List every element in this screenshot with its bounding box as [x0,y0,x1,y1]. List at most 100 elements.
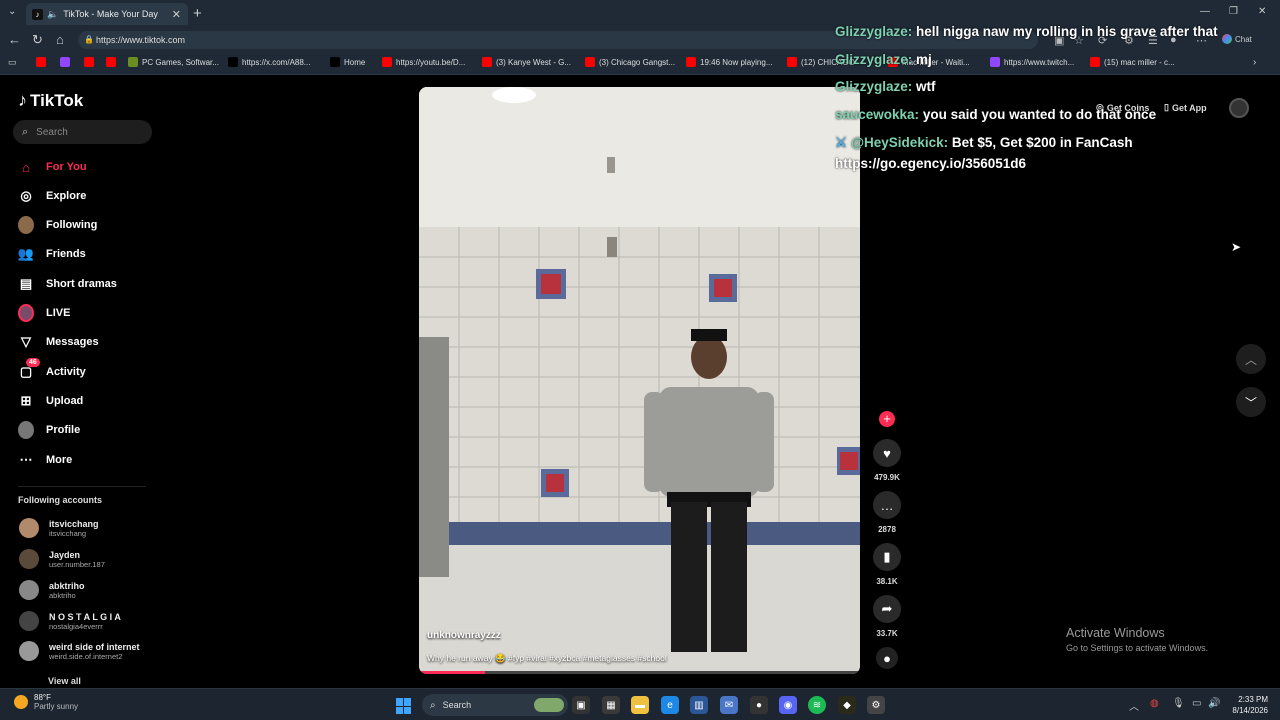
taskbar-clock[interactable]: 2:33 PM 8/14/2026 [1226,694,1268,716]
bookmark-label: 19:46 Now playing... [700,57,773,67]
bookmark-item[interactable] [60,57,70,67]
tiktok-logo[interactable]: ♪ TikTok [18,90,83,111]
comment-action[interactable]: … 2878 [871,491,903,534]
user-avatar[interactable] [1229,98,1249,118]
video-progress-bar[interactable] [419,671,860,674]
account-handle: itsvicchang [49,528,87,538]
nav-following[interactable]: Following [18,215,97,235]
file-explorer-icon[interactable]: ▬ [631,696,649,714]
discord-icon[interactable]: ◉ [779,696,797,714]
bookmark-item[interactable]: (3) Chicago Gangst... [585,57,675,67]
account-item[interactable]: abktriho abktriho [19,580,85,600]
account-item[interactable]: Jayden user.number.187 [19,549,105,569]
profile-avatar [18,421,34,439]
bookmark-item[interactable] [106,57,116,67]
edge-browser-icon[interactable]: e [661,696,679,714]
bookmark-item[interactable]: https://youtu.be/D... [382,57,465,67]
minimize-button[interactable]: — [1200,6,1210,17]
windows-taskbar: 88°F Partly sunny ⌕ Search ▣ ▦ ▬ e ▥ ✉ ●… [0,688,1280,720]
close-tab-icon[interactable]: ✕ [172,8,181,21]
refresh-button[interactable]: ↻ [32,32,43,48]
video-author[interactable]: unknownrayzzz [427,630,501,641]
nav-explore[interactable]: ◎ Explore [18,186,86,206]
bookmark-label: (15) mac miller - c... [1104,57,1175,67]
nav-more[interactable]: ⋯ More [18,450,73,470]
bookmark-item[interactable]: (15) mac miller - c... [1090,57,1175,67]
chat-message: hell nigga naw my rolling in his grave a… [916,24,1218,39]
video-caption[interactable]: Why he run away 😂 #fyp #viral #xyzbca #m… [427,653,667,664]
share-icon[interactable]: ➦ [873,595,901,623]
view-all-link[interactable]: View all [48,676,81,686]
restore-button[interactable]: ❐ [1229,6,1238,17]
settings-icon[interactable]: ⚙ [867,696,885,714]
spotify-icon[interactable]: ≋ [808,696,826,714]
taskbar-search[interactable]: ⌕ Search [422,694,568,716]
bookmark-item[interactable]: (3) Kanye West - G... [482,57,571,67]
game-app-icon[interactable]: ◆ [838,696,856,714]
new-tab-button[interactable]: + [193,5,202,22]
nav-messages[interactable]: ▽ Messages [18,332,99,352]
bookmarks-overflow-icon[interactable]: › [1253,57,1256,68]
steam-icon[interactable]: ● [750,696,768,714]
chat-message: https://go.egency.io/356051d6 [835,156,1027,171]
nav-upload[interactable]: ⊞ Upload [18,391,84,411]
get-app-button[interactable]: ▯ Get App [1164,102,1207,113]
bookmarks-menu-icon[interactable]: ▭ [8,57,17,68]
microphone-icon[interactable]: 🎙 [1172,698,1185,709]
tab-list-icon[interactable]: ⌄ [8,6,16,17]
account-item[interactable]: N O S T A L G I Anostalgia4everrr [19,611,121,631]
tray-overflow-icon[interactable]: ︿ [1129,698,1139,713]
weather-condition: Partly sunny [34,702,79,711]
weather-widget[interactable]: 88°F Partly sunny [14,693,78,711]
bookmark-item[interactable] [84,57,94,67]
start-button[interactable] [396,698,412,714]
home-button[interactable]: ⌂ [56,32,64,47]
nav-profile[interactable]: Profile [18,420,80,440]
music-disc[interactable]: ● [871,647,903,669]
account-item[interactable]: itsvicchang itsvicchang [19,518,99,538]
bookmark-item[interactable]: https://x.com/A88... [228,57,310,67]
bookmark-item[interactable] [36,57,46,67]
save-action[interactable]: ▮ 38.1K [871,543,903,586]
next-video-button[interactable]: ﹀ [1236,387,1266,417]
comment-icon[interactable]: … [873,491,901,519]
search-input[interactable]: ⌕ Search [13,120,152,144]
compass-icon: ◎ [20,188,32,203]
video-player[interactable]: unknownrayzzz Why he run away 😂 #fyp #vi… [419,87,860,674]
nav-friends[interactable]: 👥 Friends [18,244,86,264]
volume-icon[interactable]: 🔊 [1208,698,1220,709]
weather-temp: 88°F [34,693,51,702]
chat-line: Glizzyglaze: wtf [835,79,936,94]
bookmark-item[interactable]: 19:46 Now playing... [686,57,773,67]
previous-video-button[interactable]: ︿ [1236,344,1266,374]
store-icon[interactable]: ▥ [690,696,708,714]
nav-short-dramas[interactable]: ▤ Short dramas [18,274,117,294]
bookmark-item[interactable]: https://www.twitch... [990,57,1074,67]
nav-for-you[interactable]: ⌂ For You [18,157,86,177]
like-action[interactable]: ♥ 479.9K [871,439,903,482]
bookmark-favicon-icon [787,57,797,67]
follow-button[interactable]: + [879,411,895,427]
bookmark-item[interactable]: Home [330,57,365,67]
account-name: abktriho [49,580,85,591]
nav-activity[interactable]: ▢ 46 Activity [18,358,86,382]
chat-message: mj [916,52,932,67]
bookmark-item[interactable]: PC Games, Softwar... [128,57,219,67]
copilot-chat-button[interactable]: Chat [1222,34,1252,44]
back-button[interactable]: ← [8,32,21,47]
task-view-icon[interactable]: ▣ [572,696,590,714]
display-icon[interactable]: ▭ [1192,698,1201,709]
account-name: Jayden [49,549,81,560]
bookmark-icon[interactable]: ▮ [873,543,901,571]
browser-tab-tiktok[interactable]: ♪ 🔈 TikTok - Make Your Day ✕ [26,3,188,25]
video-frame [419,87,860,674]
account-item[interactable]: weird side of internet weird.side.of.inte… [19,641,140,661]
outlook-icon[interactable]: ✉ [720,696,738,714]
widgets-icon[interactable]: ▦ [602,696,620,714]
speaker-icon[interactable]: 🔈 [47,9,58,20]
tray-app-icon[interactable]: ◍ [1150,698,1159,709]
close-window-button[interactable]: ✕ [1258,6,1266,17]
nav-live[interactable]: LIVE [18,303,70,323]
heart-icon[interactable]: ♥ [873,439,901,467]
share-action[interactable]: ➦ 33.7K [871,595,903,638]
